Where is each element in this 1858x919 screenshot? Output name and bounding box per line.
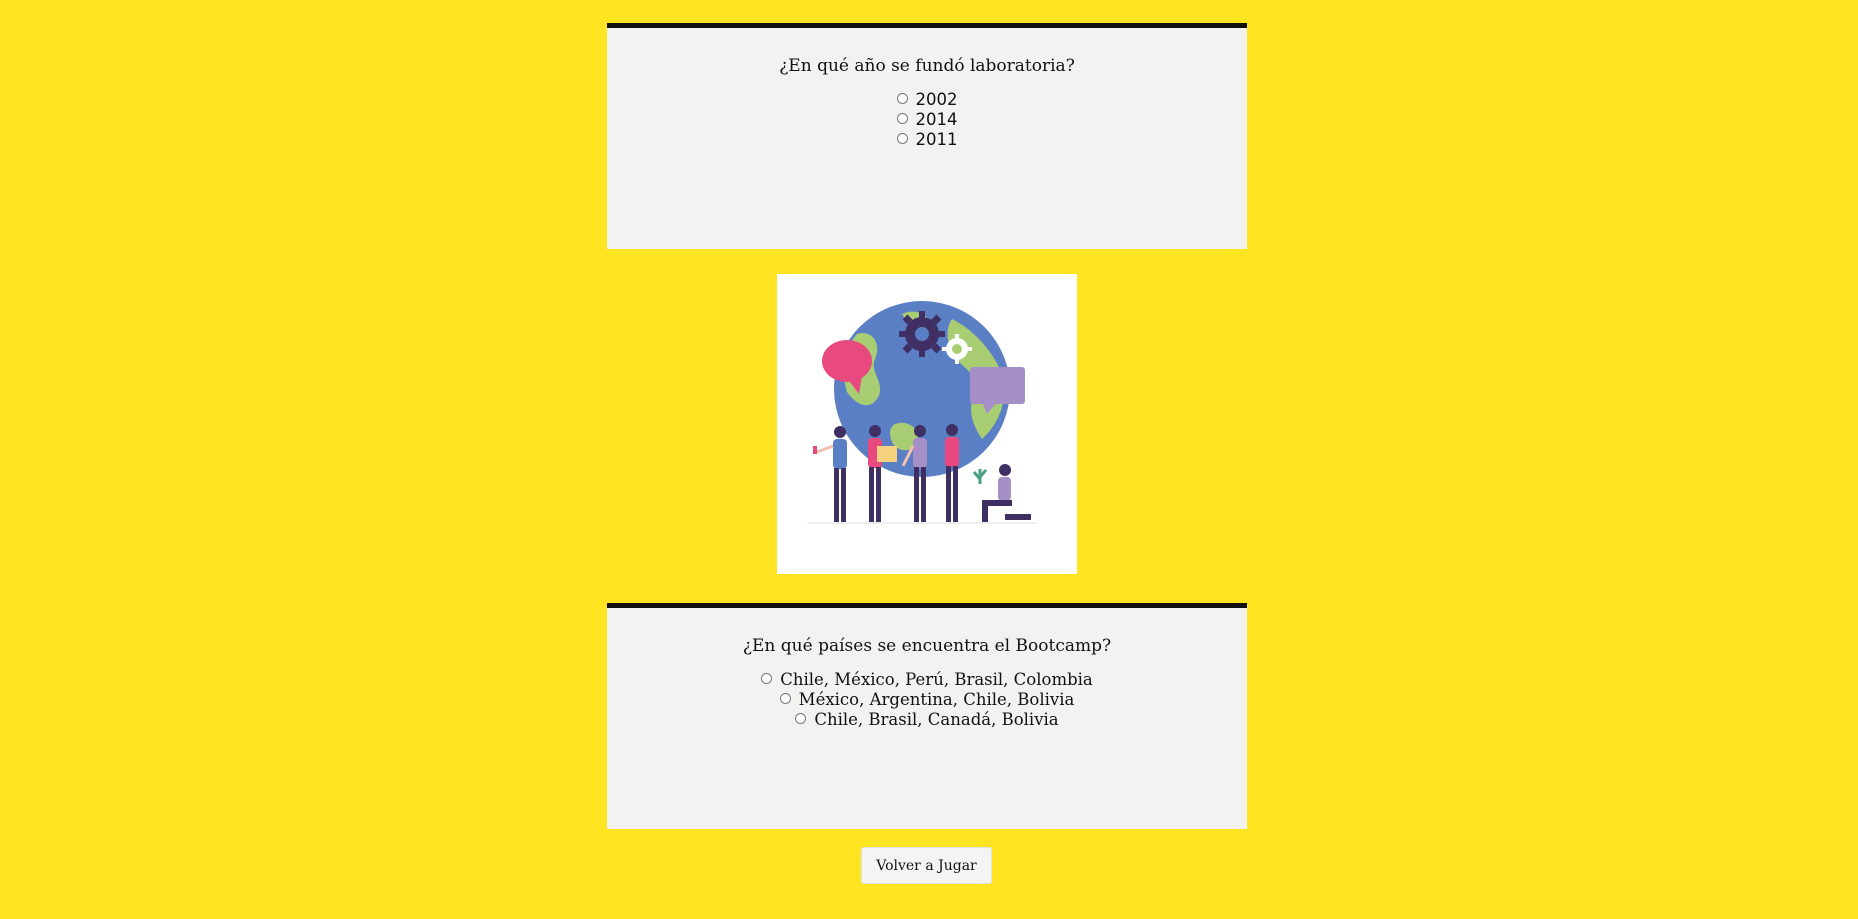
radio-button[interactable] — [779, 692, 791, 704]
question-2-option-2[interactable]: México, Argentina, Chile, Bolivia — [779, 690, 1075, 710]
question-1-option-3[interactable]: 2011 — [896, 130, 958, 150]
question-1-text: ¿En qué año se fundó laboratoria? — [779, 56, 1075, 76]
option-label: 2014 — [915, 110, 958, 129]
question-card-1: ¿En qué año se fundó laboratoria? 2002 2… — [607, 23, 1247, 249]
radio-button[interactable] — [896, 92, 908, 104]
question-1-option-1[interactable]: 2002 — [896, 90, 958, 110]
globe-people-icon — [807, 301, 1037, 524]
question-2-option-3[interactable]: Chile, Brasil, Canadá, Bolivia — [795, 710, 1059, 730]
question-2-option-1[interactable]: Chile, México, Perú, Brasil, Colombia — [761, 670, 1093, 690]
teamwork-globe-illustration — [777, 274, 1077, 574]
replay-button[interactable]: Volver a Jugar — [861, 847, 992, 884]
question-card-2: ¿En qué países se encuentra el Bootcamp?… — [607, 603, 1247, 829]
option-label: 2002 — [915, 90, 958, 109]
question-1-option-2[interactable]: 2014 — [896, 110, 958, 130]
question-2-options: Chile, México, Perú, Brasil, Colombia Mé… — [607, 670, 1247, 730]
question-1-options: 2002 2014 2011 — [607, 90, 1247, 150]
option-label: 2011 — [915, 130, 958, 149]
radio-button[interactable] — [795, 712, 807, 724]
option-label: México, Argentina, Chile, Bolivia — [798, 690, 1075, 709]
option-label: Chile, Brasil, Canadá, Bolivia — [814, 710, 1059, 729]
radio-button[interactable] — [761, 672, 773, 684]
question-2-text: ¿En qué países se encuentra el Bootcamp? — [742, 636, 1112, 656]
quiz-page: ¿En qué año se fundó laboratoria? 2002 2… — [0, 0, 1858, 919]
radio-button[interactable] — [896, 132, 908, 144]
radio-button[interactable] — [896, 112, 908, 124]
option-label: Chile, México, Perú, Brasil, Colombia — [780, 670, 1093, 689]
